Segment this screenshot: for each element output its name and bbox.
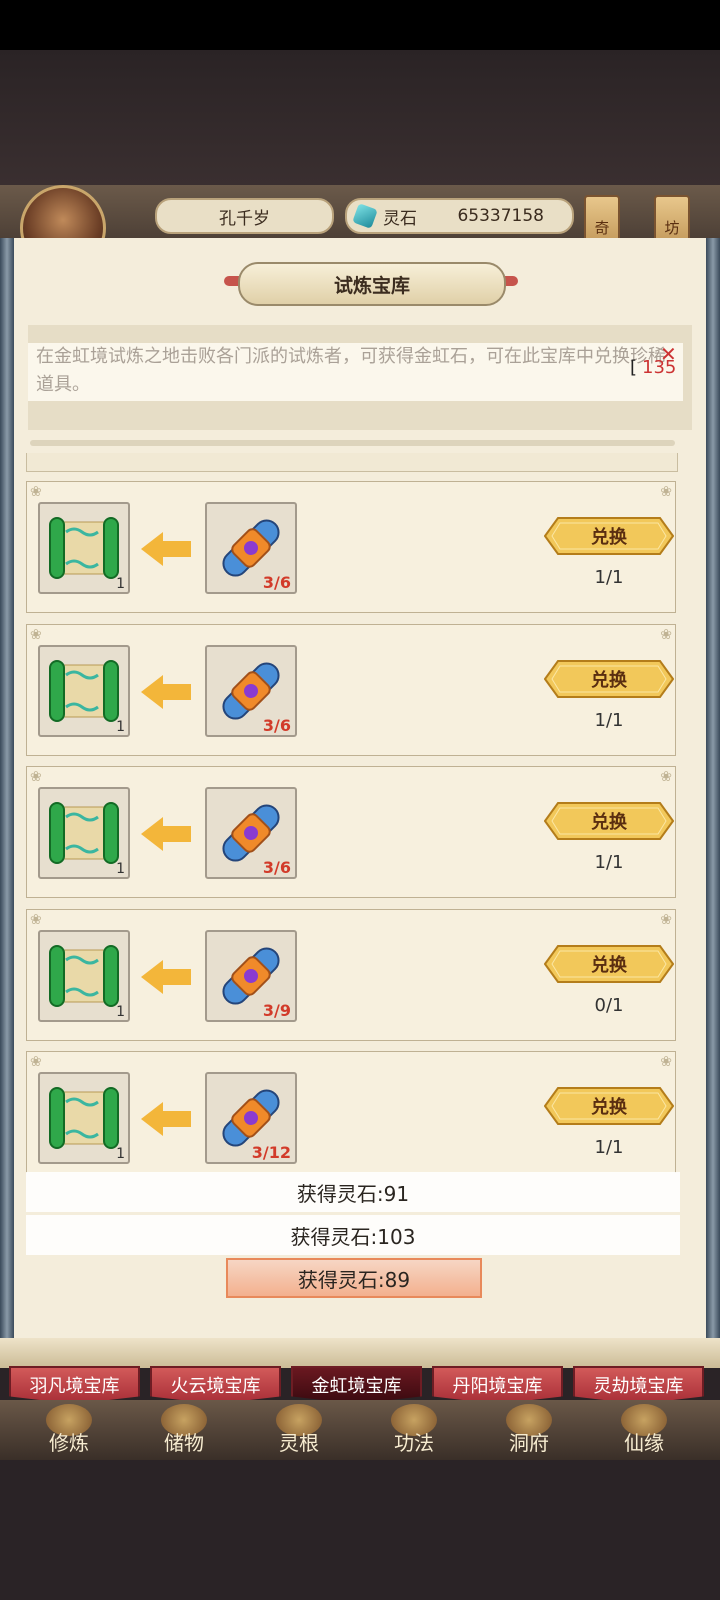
green-scroll-icon (40, 945, 128, 1024)
green-scroll-icon (40, 802, 128, 881)
exchange-button[interactable]: 兑换 (544, 1087, 674, 1125)
tab-yufan-treasury[interactable]: 羽凡境宝库 (9, 1366, 140, 1404)
arrow-left-icon (141, 532, 191, 566)
player-name: 孔千岁 (155, 198, 334, 234)
description-text: 在金虹境试炼之地击败各门派的试炼者，可获得金虹石，可在此宝库中兑换珍稀道具。 (28, 343, 683, 401)
toast-message: 获得灵石:103 (26, 1215, 680, 1255)
cost-count: 3/6 (262, 573, 291, 592)
reward-item-slot[interactable]: 1 (38, 502, 130, 594)
arrow-left-icon (141, 960, 191, 994)
cost-count: 3/12 (251, 1143, 291, 1162)
reward-count: 1 (116, 719, 125, 735)
background-lower (0, 1460, 720, 1600)
reward-count: 1 (116, 1004, 125, 1020)
divider (30, 440, 675, 446)
background-upper (0, 50, 720, 185)
scroll-rod-left (0, 238, 14, 1338)
tab-danyang-treasury[interactable]: 丹阳境宝库 (432, 1366, 563, 1404)
panel-title: 试炼宝库 (238, 262, 506, 306)
nav-label: 储物 (164, 1431, 204, 1455)
nav-storage[interactable]: 储物 (129, 1400, 239, 1460)
status-bar-area (0, 0, 720, 50)
corner-ornament: ❀ (30, 912, 42, 928)
exchange-button[interactable]: 兑换 (544, 660, 674, 698)
cost-item-slot[interactable]: 3/12 (205, 1072, 297, 1164)
reward-count: 1 (116, 1146, 125, 1162)
exchange-limit: 1/1 (594, 710, 624, 731)
tab-huoyun-treasury[interactable]: 火云境宝库 (150, 1366, 281, 1404)
toast-message-highlight: 获得灵石:89 (226, 1258, 482, 1298)
exchange-limit: 0/1 (594, 995, 624, 1016)
exchange-limit: 1/1 (594, 567, 624, 588)
close-icon[interactable]: ✕ (660, 344, 680, 364)
cost-item-slot[interactable]: 3/6 (205, 645, 297, 737)
nav-label: 修炼 (49, 1431, 89, 1455)
reward-item-slot[interactable]: 1 (38, 930, 130, 1022)
nav-cultivate[interactable]: 修炼 (14, 1400, 124, 1460)
corner-ornament: ❀ (30, 1054, 42, 1070)
exchange-list[interactable]: ❀ ❀ 1 3/6 兑换 1/1 ❀ ❀ 1 3/6 兑换 1/1 ❀ ❀ 1 … (26, 453, 680, 1173)
tab-jinhong-treasury[interactable]: 金虹境宝库 (291, 1366, 422, 1404)
panel-bottom-edge (0, 1338, 720, 1368)
toast-message: 获得灵石:91 (26, 1172, 680, 1212)
currency-value: 65337158 (457, 206, 544, 226)
green-scroll-icon (40, 517, 128, 596)
nav-label: 功法 (394, 1431, 434, 1455)
nav-skills[interactable]: 功法 (359, 1400, 469, 1460)
exchange-row: ❀ ❀ 1 3/6 兑换 1/1 (26, 624, 676, 756)
cost-count: 3/6 (262, 716, 291, 735)
cost-count: 3/9 (262, 1001, 291, 1020)
spirit-stone-icon (352, 203, 378, 229)
currency-label: 灵石 (383, 208, 417, 229)
cost-item-slot[interactable]: 3/6 (205, 787, 297, 879)
exchange-limit: 1/1 (594, 1137, 624, 1158)
nav-fate[interactable]: 仙缘 (589, 1400, 699, 1460)
arrow-left-icon (141, 817, 191, 851)
exchange-button[interactable]: 兑换 (544, 517, 674, 555)
corner-ornament: ❀ (660, 912, 672, 928)
nav-spirit-root[interactable]: 灵根 (244, 1400, 354, 1460)
nav-cave[interactable]: 洞府 (474, 1400, 584, 1460)
reward-item-slot[interactable]: 1 (38, 645, 130, 737)
exchange-limit: 1/1 (594, 852, 624, 873)
reward-item-slot[interactable]: 1 (38, 787, 130, 879)
cost-item-slot[interactable]: 3/9 (205, 930, 297, 1022)
reward-count: 1 (116, 576, 125, 592)
currency-display: 灵石 65337158 (345, 198, 574, 234)
reward-item-slot[interactable]: 1 (38, 1072, 130, 1164)
exchange-row: ❀ ❀ 1 3/6 兑换 1/1 (26, 481, 676, 613)
tab-lingjie-treasury[interactable]: 灵劫境宝库 (573, 1366, 704, 1404)
exchange-button[interactable]: 兑换 (544, 945, 674, 983)
arrow-left-icon (141, 1102, 191, 1136)
arrow-left-icon (141, 675, 191, 709)
reward-count: 1 (116, 861, 125, 877)
corner-ornament: ❀ (30, 627, 42, 643)
corner-ornament: ❀ (30, 484, 42, 500)
nav-label: 仙缘 (624, 1431, 664, 1455)
green-scroll-icon (40, 660, 128, 739)
list-item-partial (26, 453, 678, 472)
exchange-row: ❀ ❀ 1 3/9 兑换 0/1 (26, 909, 676, 1041)
exchange-button[interactable]: 兑换 (544, 802, 674, 840)
cost-count: 3/6 (262, 858, 291, 877)
corner-ornament: ❀ (30, 769, 42, 785)
scroll-rod-right (706, 238, 720, 1338)
corner-ornament: ❀ (660, 484, 672, 500)
corner-ornament: ❀ (660, 769, 672, 785)
nav-label: 洞府 (509, 1431, 549, 1455)
exchange-row: ❀ ❀ 1 3/12 兑换 1/1 (26, 1051, 676, 1173)
bracket-glyph: [ (630, 357, 638, 378)
exchange-row: ❀ ❀ 1 3/6 兑换 1/1 (26, 766, 676, 898)
corner-ornament: ❀ (660, 627, 672, 643)
corner-ornament: ❀ (660, 1054, 672, 1070)
cost-item-slot[interactable]: 3/6 (205, 502, 297, 594)
nav-label: 灵根 (279, 1431, 319, 1455)
green-scroll-icon (40, 1087, 128, 1166)
